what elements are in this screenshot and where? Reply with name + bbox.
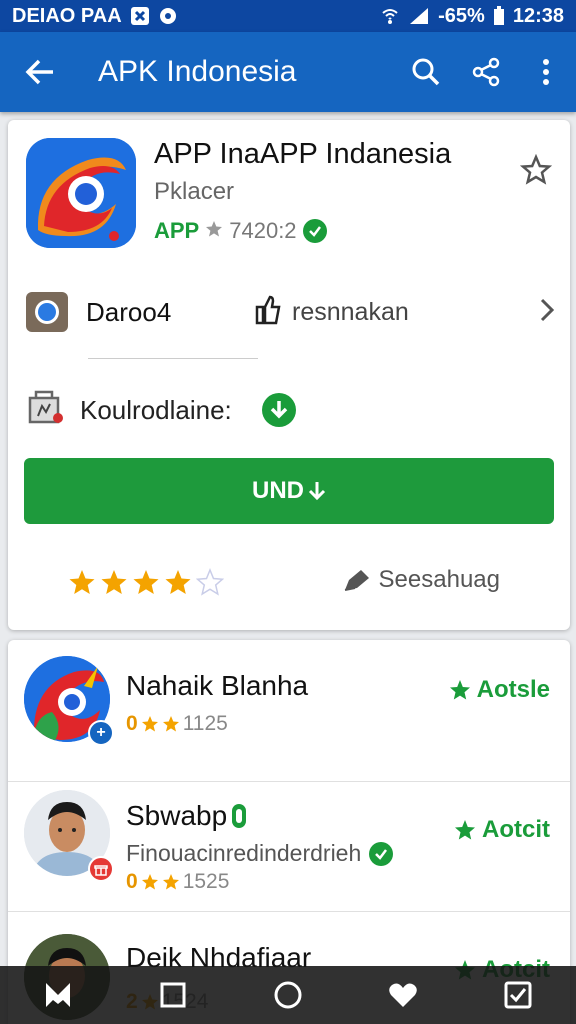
- list-item[interactable]: Sbwabp Finouacinredinderdrieh 0 1525 Aot…: [8, 770, 570, 912]
- star-filled-icon: [162, 716, 179, 732]
- recommend-icon: [254, 295, 282, 330]
- app-name: APP InaAPP Indanesia: [154, 138, 452, 170]
- notification-x-icon: [130, 6, 150, 26]
- developer-label: Daroo4: [86, 296, 172, 327]
- list-item[interactable]: + Nahaik Blanha 0 1125 Aotsle: [8, 640, 570, 782]
- star-filled-icon: [69, 570, 95, 594]
- install-button[interactable]: UND: [24, 458, 554, 524]
- meta-star-icon: [205, 218, 223, 244]
- star-filled-icon: [133, 570, 159, 594]
- nav-favorites-button[interactable]: [373, 966, 433, 1024]
- download-label: Koulrodlaine:: [80, 394, 232, 425]
- clock: 12:38: [512, 4, 564, 27]
- star-filled-icon: [141, 874, 158, 890]
- add-badge-icon: +: [88, 720, 114, 746]
- star-outline-icon: [519, 153, 553, 185]
- list-item-rating: 0 1125: [126, 712, 228, 736]
- chevron-right-icon[interactable]: [538, 296, 556, 329]
- bottom-navigation: [0, 966, 576, 1024]
- rating-count: 1125: [182, 712, 228, 735]
- share-icon: [472, 57, 500, 87]
- checkbox-icon: [504, 981, 532, 1009]
- status-bar: DEIAO PAA -65% 12:38: [0, 0, 576, 32]
- share-button[interactable]: [456, 32, 516, 112]
- back-arrow-icon: [25, 59, 53, 85]
- subtitle-text: Finouacinredinderdrieh: [126, 840, 362, 866]
- search-button[interactable]: [396, 32, 456, 112]
- install-label: UND: [252, 477, 304, 504]
- rating-prefix: 0: [126, 712, 138, 735]
- star-empty-icon: [196, 568, 224, 596]
- developer-icon: [26, 292, 68, 332]
- home-logo-icon: [45, 983, 70, 1007]
- list-item-name: Nahaik Blanha: [126, 670, 309, 701]
- star-filled-icon: [141, 716, 158, 732]
- list-item-name-text: Sbwabp: [126, 800, 228, 831]
- verified-icon: [302, 219, 327, 243]
- rating-count: 1525: [182, 870, 230, 893]
- archive-icon: [26, 390, 66, 431]
- app-meta: APP 7420:2: [154, 218, 327, 244]
- circle-icon: [274, 981, 302, 1009]
- rating-prefix: 0: [126, 870, 138, 893]
- nav-home-button[interactable]: [28, 966, 88, 1024]
- signal-icon: [408, 6, 430, 26]
- download-row: Koulrodlaine:: [26, 388, 296, 432]
- wifi-icon: [380, 6, 400, 26]
- app-logo-icon: [26, 138, 136, 248]
- app-meta-count: 7420:2: [229, 218, 297, 243]
- more-vert-icon: [543, 59, 549, 85]
- app-detail-card: APP InaAPP Indanesia Pklacer APP 7420:2 …: [8, 120, 570, 630]
- nav-circle-button[interactable]: [258, 966, 318, 1024]
- recommend-label: resnnakan: [292, 297, 409, 326]
- verified-shield-icon: [232, 804, 247, 828]
- star-filled-icon: [101, 570, 127, 594]
- location-icon: [158, 6, 178, 26]
- favorite-star-button[interactable]: [519, 153, 553, 191]
- gift-badge-icon: [88, 856, 114, 882]
- install-action-button[interactable]: Aotcit: [454, 816, 550, 844]
- app-meta-prefix: APP: [154, 218, 200, 243]
- action-label: Aotsle: [476, 676, 550, 703]
- star-filled-icon: [449, 680, 470, 700]
- star-filled-icon: [162, 874, 179, 890]
- page-title: APK Indonesia: [98, 55, 297, 88]
- star-filled-icon: [165, 570, 191, 594]
- install-action-button[interactable]: Aotsle: [449, 676, 550, 704]
- share-link[interactable]: Seesahuag: [343, 566, 500, 594]
- star-filled-icon: [455, 820, 475, 840]
- pencil-tag-icon: [344, 570, 369, 591]
- share-label: Seesahuag: [378, 566, 500, 593]
- rating-stars[interactable]: [68, 568, 224, 596]
- heart-icon: [389, 983, 417, 1007]
- search-icon: [412, 58, 440, 86]
- list-item-subtitle: Finouacinredinderdrieh: [126, 840, 394, 867]
- carrier-label: DEIAO PAA: [12, 4, 122, 27]
- square-icon: [160, 982, 186, 1008]
- app-developer[interactable]: Pklacer: [154, 178, 234, 206]
- battery-percent: -65%: [438, 4, 485, 27]
- back-button[interactable]: [0, 32, 80, 112]
- developer-row[interactable]: Daroo4 resnnakan: [26, 290, 556, 334]
- more-options-button[interactable]: [516, 32, 576, 112]
- app-bar: APK Indonesia: [0, 32, 576, 112]
- download-icon: [308, 482, 326, 501]
- list-item-name: Sbwabp: [126, 800, 247, 832]
- verified-icon: [369, 841, 394, 866]
- action-label: Aotcit: [482, 816, 550, 843]
- divider: [88, 358, 258, 359]
- nav-tasks-button[interactable]: [488, 966, 548, 1024]
- download-arrow-icon[interactable]: [261, 393, 296, 427]
- list-item-rating: 0 1525: [126, 870, 229, 894]
- battery-icon: [493, 6, 505, 26]
- nav-recents-button[interactable]: [143, 966, 203, 1024]
